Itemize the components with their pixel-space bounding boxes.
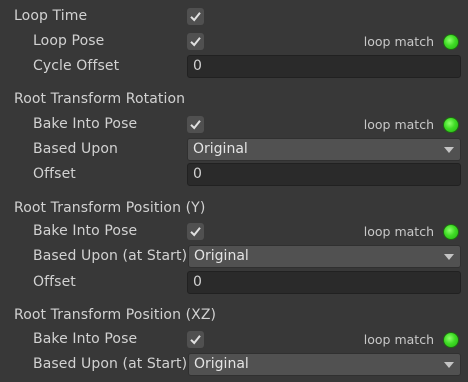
dropdown-value: Original [194, 248, 249, 264]
root-rotation-bake-checkbox[interactable] [187, 116, 204, 133]
loop-match-label: loop match [363, 117, 434, 132]
root-position-xz-bake-label: Bake Into Pose [33, 331, 138, 347]
loop-match-indicator-icon [443, 34, 459, 50]
loop-match-label: loop match [363, 224, 434, 239]
cycle-offset-row: Cycle Offset 0 [0, 54, 468, 79]
chevron-down-icon [444, 254, 454, 260]
loop-match-label: loop match [363, 34, 434, 49]
checkmark-icon [190, 120, 201, 130]
loop-time-row: Loop Time [0, 4, 468, 29]
checkmark-icon [190, 227, 201, 237]
root-rotation-based-upon-row: Based Upon Original [0, 137, 468, 162]
root-position-y-title: Root Transform Position (Y) [14, 200, 206, 216]
checkmark-icon [190, 12, 201, 22]
checkmark-icon [190, 335, 201, 345]
loop-match-indicator-icon [443, 332, 459, 348]
root-position-y-bake-row: Bake Into Pose loop match [0, 219, 468, 244]
dropdown-value: Original [194, 356, 249, 372]
root-rotation-bake-row: Bake Into Pose loop match [0, 112, 468, 137]
loop-time-checkbox[interactable] [187, 8, 204, 25]
root-position-xz-bake-checkbox[interactable] [187, 331, 204, 348]
root-position-xz-based-upon-dropdown[interactable]: Original [188, 353, 461, 376]
root-rotation-bake-label: Bake Into Pose [33, 116, 138, 132]
root-position-y-bake-label: Bake Into Pose [33, 223, 138, 239]
root-position-xz-based-upon-label: Based Upon (at Start) [33, 356, 188, 372]
root-position-y-based-upon-label: Based Upon (at Start) [33, 248, 188, 264]
cycle-offset-label: Cycle Offset [33, 58, 120, 74]
loop-time-label: Loop Time [14, 8, 88, 24]
root-rotation-offset-label: Offset [33, 166, 76, 182]
root-position-xz-title: Root Transform Position (XZ) [14, 307, 217, 323]
root-rotation-based-upon-label: Based Upon [33, 141, 118, 157]
root-position-xz-bake-row: Bake Into Pose loop match [0, 327, 468, 352]
loop-pose-row: Loop Pose loop match [0, 29, 468, 54]
animation-clip-inspector: Loop Time Loop Pose loop match Cycle Off… [0, 0, 468, 382]
root-rotation-header: Root Transform Rotation [0, 87, 468, 112]
chevron-down-icon [444, 362, 454, 368]
chevron-down-icon [444, 147, 454, 153]
root-rotation-based-upon-dropdown[interactable]: Original [187, 138, 461, 161]
root-position-y-header: Root Transform Position (Y) [0, 196, 468, 221]
root-position-y-based-upon-dropdown[interactable]: Original [188, 245, 461, 268]
cycle-offset-field[interactable]: 0 [187, 55, 461, 78]
root-position-y-based-upon-row: Based Upon (at Start) Original [0, 244, 468, 269]
dropdown-value: Original [193, 141, 248, 157]
root-position-y-bake-checkbox[interactable] [187, 223, 204, 240]
root-position-y-offset-row: Offset 0 [0, 270, 468, 295]
root-position-y-offset-field[interactable]: 0 [187, 271, 461, 294]
loop-pose-label: Loop Pose [33, 33, 105, 49]
loop-pose-checkbox[interactable] [187, 33, 204, 50]
loop-match-indicator-icon [443, 224, 459, 240]
root-rotation-offset-row: Offset 0 [0, 162, 468, 187]
loop-match-indicator-icon [443, 117, 459, 133]
root-rotation-offset-field[interactable]: 0 [187, 163, 461, 186]
root-rotation-title: Root Transform Rotation [14, 91, 186, 107]
checkmark-icon [190, 37, 201, 47]
root-position-y-offset-label: Offset [33, 274, 76, 290]
root-position-xz-header: Root Transform Position (XZ) [0, 303, 468, 328]
root-position-xz-based-upon-row: Based Upon (at Start) Original [0, 352, 468, 377]
loop-match-label: loop match [363, 332, 434, 347]
